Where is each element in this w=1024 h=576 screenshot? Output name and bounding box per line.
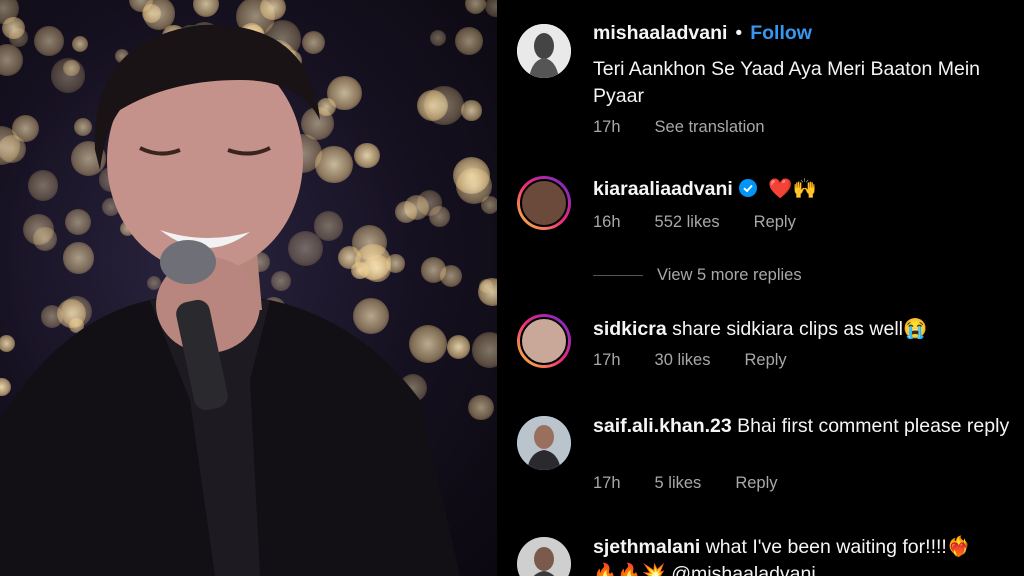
avatar[interactable] xyxy=(517,314,571,368)
timestamp: 17h xyxy=(593,351,621,369)
comment-text: Bhai first comment please reply xyxy=(737,415,1010,437)
username[interactable]: sjethmalani xyxy=(593,536,700,558)
username[interactable]: mishaaladvani xyxy=(593,22,727,44)
verified-badge-icon xyxy=(738,179,757,197)
reply-button[interactable]: Reply xyxy=(735,474,777,492)
avatar[interactable] xyxy=(517,416,571,470)
reply-button[interactable]: Reply xyxy=(744,351,786,369)
timestamp: 17h xyxy=(593,474,621,492)
singer-with-microphone xyxy=(0,24,460,576)
divider-line xyxy=(593,275,643,277)
view-more-replies[interactable]: View 5 more replies xyxy=(593,266,802,285)
comment-text: what I've been waiting for!!!!❤️‍🔥 xyxy=(705,536,972,558)
likes-count[interactable]: 552 likes xyxy=(655,213,720,231)
username[interactable]: sidkicra xyxy=(593,318,667,340)
person-avatar-icon xyxy=(517,416,571,470)
post-photo xyxy=(0,0,497,576)
see-translation-link[interactable]: See translation xyxy=(655,118,765,136)
caption-text: Teri Aankhon Se Yaad Aya Meri Baaton Mei… xyxy=(593,58,981,107)
comment-text: share sidkiara clips as well😭 xyxy=(672,318,928,340)
likes-count[interactable]: 5 likes xyxy=(655,474,702,492)
timestamp: 17h xyxy=(593,118,621,136)
username[interactable]: kiaraaliaadvani xyxy=(593,178,733,200)
avatar[interactable] xyxy=(517,24,571,78)
username[interactable]: saif.ali.khan.23 xyxy=(593,415,732,437)
avatar[interactable] xyxy=(517,537,571,576)
likes-count[interactable]: 30 likes xyxy=(655,351,711,369)
reply-button[interactable]: Reply xyxy=(754,213,796,231)
comment-text-continued: 🔥🔥💥 @mishaaladvani xyxy=(593,563,816,576)
statue-avatar-icon xyxy=(517,24,571,78)
follow-button[interactable]: Follow xyxy=(750,22,812,44)
comments-panel: mishaaladvani • Follow Teri Aankhon Se Yaa… xyxy=(497,0,1024,576)
timestamp: 16h xyxy=(593,213,621,231)
avatar[interactable] xyxy=(517,176,571,230)
person-avatar-icon xyxy=(517,537,571,576)
separator-dot: • xyxy=(735,22,743,44)
view-more-replies-label: View 5 more replies xyxy=(657,266,802,284)
comment-text: ❤️🙌 xyxy=(768,178,817,200)
